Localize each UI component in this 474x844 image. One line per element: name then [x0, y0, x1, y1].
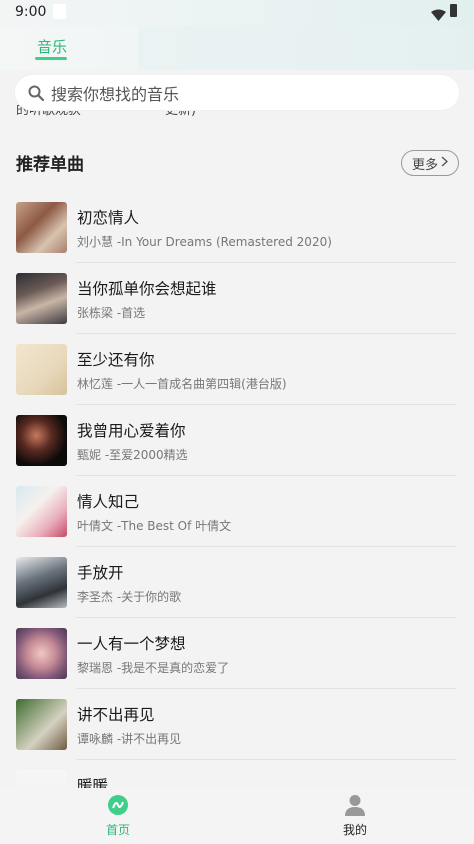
song-item[interactable]: 初恋情人 刘小慧 -In Your Dreams (Remastered 202… — [0, 192, 474, 263]
song-title: 手放开 — [77, 564, 124, 582]
nav-home-label: 首页 — [105, 823, 130, 837]
more-button-label: 更多 — [411, 157, 438, 173]
chevron-right-icon — [441, 156, 449, 170]
song-title: 初恋情人 — [77, 209, 140, 227]
song-item[interactable]: 情人知己 叶倩文 -The Best Of 叶倩文 — [0, 476, 474, 547]
home-music-icon — [107, 794, 129, 816]
song-subtitle: 刘小慧 -In Your Dreams (Remastered 2020) — [77, 235, 332, 249]
album-cover — [16, 344, 67, 395]
album-cover — [16, 415, 67, 466]
song-subtitle: 叶倩文 -The Best Of 叶倩文 — [77, 519, 232, 533]
battery-icon — [450, 4, 457, 17]
album-cover — [16, 202, 67, 253]
song-subtitle: 张栋梁 -首选 — [77, 306, 146, 320]
song-item[interactable]: 一人有一个梦想 黎瑞恩 -我是不是真的恋爱了 — [0, 618, 474, 689]
search-bar[interactable]: 搜索你想找的音乐 — [15, 75, 459, 110]
song-title: 至少还有你 — [77, 351, 155, 369]
song-title: 讲不出再见 — [77, 706, 155, 724]
song-item[interactable]: 讲不出再见 谭咏麟 -讲不出再见 — [0, 689, 474, 760]
album-cover — [16, 273, 67, 324]
wifi-icon — [431, 6, 446, 25]
status-time: 9:00 — [15, 4, 47, 20]
nav-me[interactable]: 我的 — [325, 794, 385, 838]
song-item[interactable]: 我曾用心爱着你 甄妮 -至爱2000精选 — [0, 405, 474, 476]
song-subtitle: 林忆莲 -一人一首成名曲第四辑(港台版) — [77, 377, 287, 391]
user-icon — [344, 794, 366, 816]
status-bar: 9:00 — [0, 0, 474, 26]
notification-icon — [53, 4, 66, 19]
song-title: 当你孤单你会想起谁 — [77, 280, 217, 298]
song-item[interactable]: 手放开 李圣杰 -关于你的歌 — [0, 547, 474, 618]
bottom-nav: 首页 我的 — [0, 788, 474, 844]
album-cover — [16, 486, 67, 537]
song-title: 我曾用心爱着你 — [77, 422, 186, 440]
tab-indicator — [35, 57, 67, 60]
song-title: 一人有一个梦想 — [77, 635, 186, 653]
song-subtitle: 李圣杰 -关于你的歌 — [77, 590, 182, 604]
nav-me-label: 我的 — [342, 823, 367, 837]
song-subtitle: 黎瑞恩 -我是不是真的恋爱了 — [77, 661, 230, 675]
album-cover — [16, 557, 67, 608]
song-title: 情人知己 — [77, 493, 140, 511]
search-icon — [27, 84, 45, 102]
section-title: 推荐单曲 — [16, 155, 84, 175]
tab-music[interactable]: 音乐 — [37, 36, 67, 57]
song-list: 初恋情人 刘小慧 -In Your Dreams (Remastered 202… — [0, 192, 474, 831]
song-subtitle: 谭咏麟 -讲不出再见 — [77, 732, 182, 746]
song-item[interactable]: 当你孤单你会想起谁 张栋梁 -首选 — [0, 263, 474, 334]
album-cover — [16, 628, 67, 679]
song-subtitle: 甄妮 -至爱2000精选 — [77, 448, 188, 462]
top-header: 音乐 — [0, 26, 474, 70]
album-cover — [16, 699, 67, 750]
song-item[interactable]: 至少还有你 林忆莲 -一人一首成名曲第四辑(港台版) — [0, 334, 474, 405]
search-input[interactable]: 搜索你想找的音乐 — [51, 81, 179, 105]
more-button[interactable]: 更多 — [401, 150, 459, 176]
nav-home[interactable]: 首页 — [88, 794, 148, 838]
